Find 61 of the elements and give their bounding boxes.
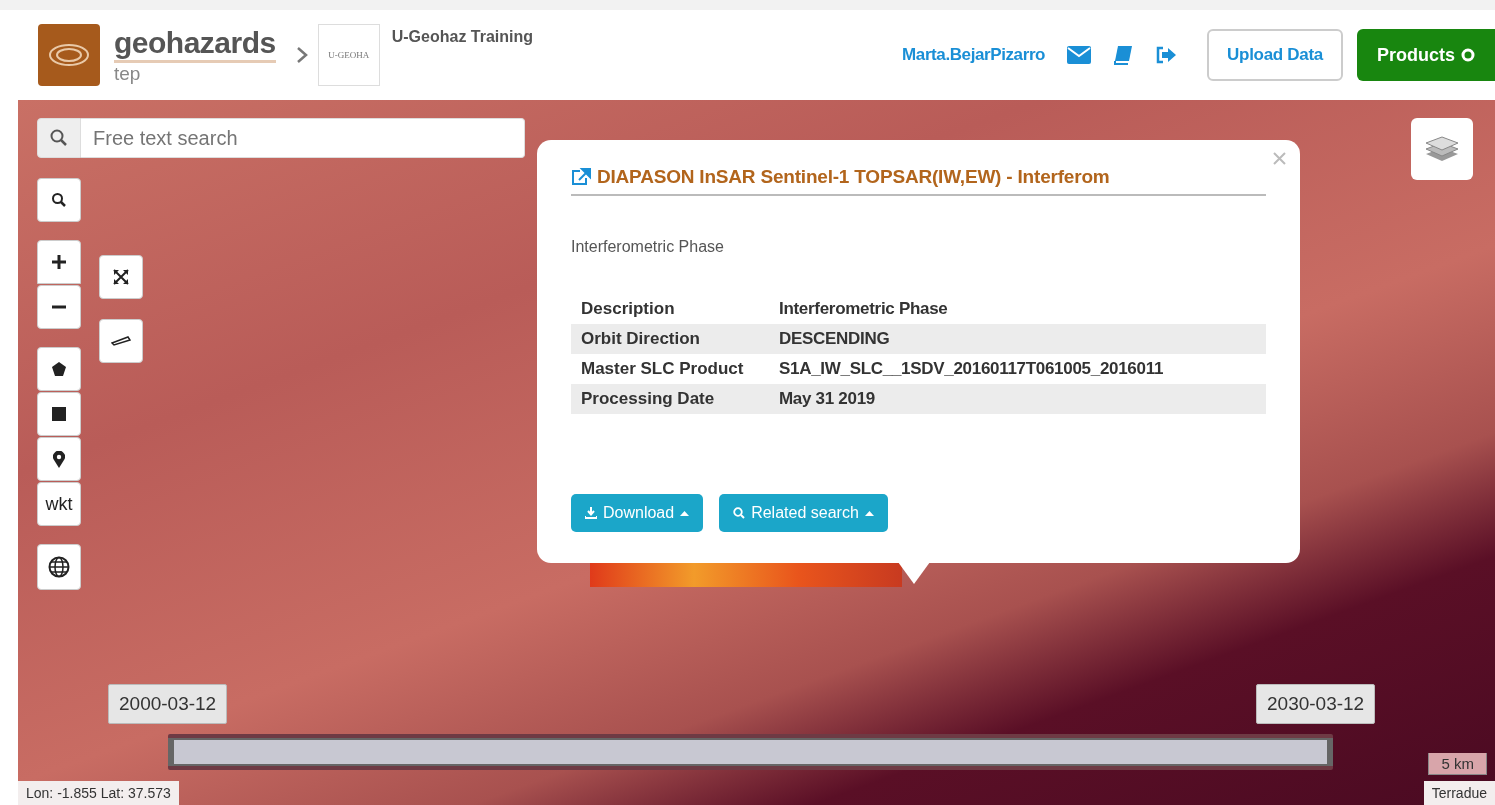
- user-link[interactable]: Marta.BejarPizarro: [902, 45, 1046, 65]
- property-label: Processing Date: [581, 389, 716, 409]
- property-value: Interferometric Phase: [779, 299, 948, 319]
- sign-out-icon[interactable]: [1155, 46, 1178, 64]
- brand-subtitle: tep: [114, 62, 142, 85]
- circle-icon: [1461, 48, 1475, 62]
- satellite-map[interactable]: [18, 100, 1495, 805]
- pentagon-icon: [51, 361, 67, 377]
- scale-bar: 5 km: [1428, 753, 1487, 775]
- square-icon: [52, 407, 66, 421]
- property-value: May 31 2019: [779, 389, 875, 409]
- zoom-in-button[interactable]: [37, 240, 81, 284]
- related-search-button[interactable]: Related search: [719, 494, 888, 532]
- search-addon[interactable]: [37, 118, 81, 158]
- expand-arrows-icon: [113, 269, 129, 285]
- download-icon: [585, 507, 597, 519]
- globe-button[interactable]: [37, 544, 81, 590]
- layers-icon: [1425, 134, 1459, 164]
- envelope-icon[interactable]: [1067, 46, 1092, 64]
- point-button[interactable]: [37, 437, 81, 481]
- search-icon: [50, 129, 68, 147]
- logo-icon: [38, 24, 100, 86]
- popup-subtitle: Interferometric Phase: [571, 238, 725, 256]
- fullscreen-button[interactable]: [99, 255, 143, 299]
- property-label: Orbit Direction: [581, 329, 701, 349]
- popup-title[interactable]: DIAPASON InSAR Sentinel-1 TOPSAR(IW,EW) - Interferom: [597, 166, 1110, 188]
- products-button[interactable]: Products: [1357, 29, 1495, 81]
- search-button[interactable]: [37, 178, 81, 222]
- caret-icon: [680, 510, 690, 516]
- plus-icon: [51, 254, 67, 270]
- search-icon: [733, 507, 746, 519]
- wkt-button[interactable]: wkt: [37, 482, 81, 526]
- layers-button[interactable]: [1411, 118, 1473, 180]
- coordinates-readout: Lon: -1.855 Lat: 37.573: [18, 781, 179, 805]
- attribution-text: Terradue: [1423, 781, 1495, 805]
- property-label: Description: [581, 299, 676, 319]
- zoom-out-button[interactable]: [37, 285, 81, 329]
- ruler-icon: [111, 336, 131, 346]
- minus-icon: [52, 305, 66, 309]
- chevron-icon: [295, 46, 308, 64]
- search-field[interactable]: Free text search: [81, 118, 525, 158]
- start-date-label: 2000-03-12: [108, 684, 228, 724]
- upload-data-button[interactable]: Upload Data: [1207, 29, 1343, 81]
- brand-title: geohazards: [114, 25, 276, 63]
- caret-icon: [864, 510, 874, 516]
- search-icon: [51, 192, 67, 208]
- community-logo: U-GEOHA: [317, 24, 380, 86]
- rectangle-button[interactable]: [37, 392, 81, 436]
- property-label: Master SLC Product: [581, 359, 745, 379]
- ruler-button[interactable]: [99, 319, 143, 363]
- property-value: DESCENDING: [779, 329, 890, 349]
- property-value: S1A_IW_SLC__1SDV_20160117T061005_2016011: [779, 359, 1164, 379]
- map-pin-icon: [53, 450, 65, 468]
- community-name[interactable]: U-Geohaz Training: [391, 28, 534, 46]
- end-date-label: 2030-03-12: [1256, 684, 1376, 724]
- popup-pointer: [898, 562, 930, 584]
- external-link-icon[interactable]: [571, 168, 591, 186]
- download-button[interactable]: Download: [571, 494, 704, 532]
- polygon-button[interactable]: [37, 347, 81, 391]
- book-icon[interactable]: [1113, 45, 1134, 65]
- globe-icon: [48, 556, 70, 578]
